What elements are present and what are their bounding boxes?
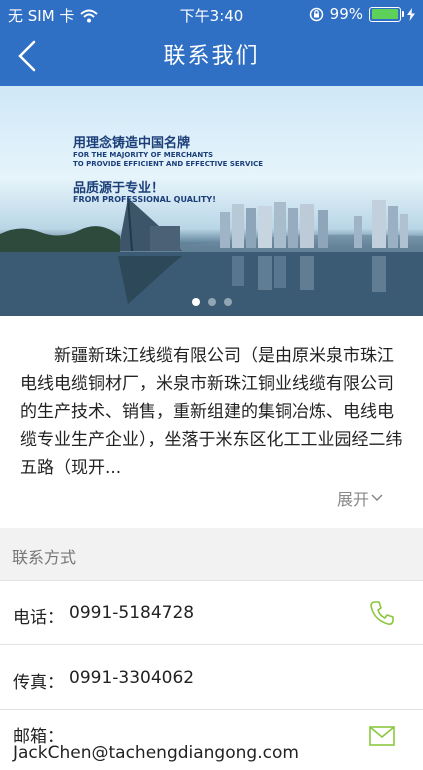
expand-button[interactable]: 展开 [337, 486, 383, 510]
phone-value: 0991-5184728 [69, 603, 195, 623]
expand-label: 展开 [336, 490, 369, 509]
fax-row: 传真： 0991-3304062 [0, 644, 423, 710]
carousel-page-indicator[interactable] [0, 298, 423, 306]
contact-section-header: 联系方式 [0, 528, 423, 580]
battery-percent: 99% [329, 5, 363, 23]
phone-row[interactable]: 电话： 0991-5184728 [0, 580, 423, 645]
status-bar: 无 SIM 卡 下午3:40 99% [0, 0, 423, 28]
banner-quality-slogan: 品质源于专业！ [73, 181, 165, 196]
banner-quality-slogan-en: FROM PROFESSIONAL QUALITY! [73, 195, 216, 204]
orientation-lock-icon [309, 7, 323, 21]
company-intro-text: 新疆新珠江线缆有限公司（是由原米泉市珠江电线电缆铜材厂，米泉市新珠江铜业线缆有限… [20, 346, 403, 478]
status-right: 99% [309, 5, 415, 23]
carousel-dot[interactable] [223, 298, 232, 306]
email-row[interactable]: 邮箱： JackChen@tachengdiangong.com [0, 709, 423, 770]
page-title: 联系我们 [163, 44, 260, 69]
charging-icon [407, 7, 415, 21]
fax-label: 传真： [13, 673, 64, 693]
email-icon[interactable] [369, 726, 395, 750]
banner-subline-2: TO PROVIDE EFFICIENT AND EFFECTIVE SERVI… [73, 160, 263, 168]
banner-headline: 用理念铸造中国名牌 [73, 136, 191, 151]
email-value: JackChen@tachengdiangong.com [13, 743, 299, 763]
nav-bar: 无 SIM 卡 下午3:40 99% 联系我们 [0, 0, 423, 86]
fax-value: 0991-3304062 [69, 668, 195, 688]
carousel-dot[interactable] [207, 298, 216, 306]
carousel-dot[interactable] [191, 298, 200, 306]
banner-carousel[interactable]: 用理念铸造中国名牌 FOR THE MAJORITY OF MERCHANTS … [0, 86, 423, 316]
chevron-down-icon [371, 494, 383, 502]
section-title: 联系方式 [12, 548, 77, 567]
battery-icon [369, 6, 404, 22]
phone-label: 电话： [13, 608, 64, 628]
banner-subline-1: FOR THE MAJORITY OF MERCHANTS [73, 151, 214, 159]
phone-icon[interactable] [369, 600, 395, 630]
company-intro-card: 新疆新珠江线缆有限公司（是由原米泉市珠江电线电缆铜材厂，米泉市新珠江铜业线缆有限… [0, 316, 423, 528]
